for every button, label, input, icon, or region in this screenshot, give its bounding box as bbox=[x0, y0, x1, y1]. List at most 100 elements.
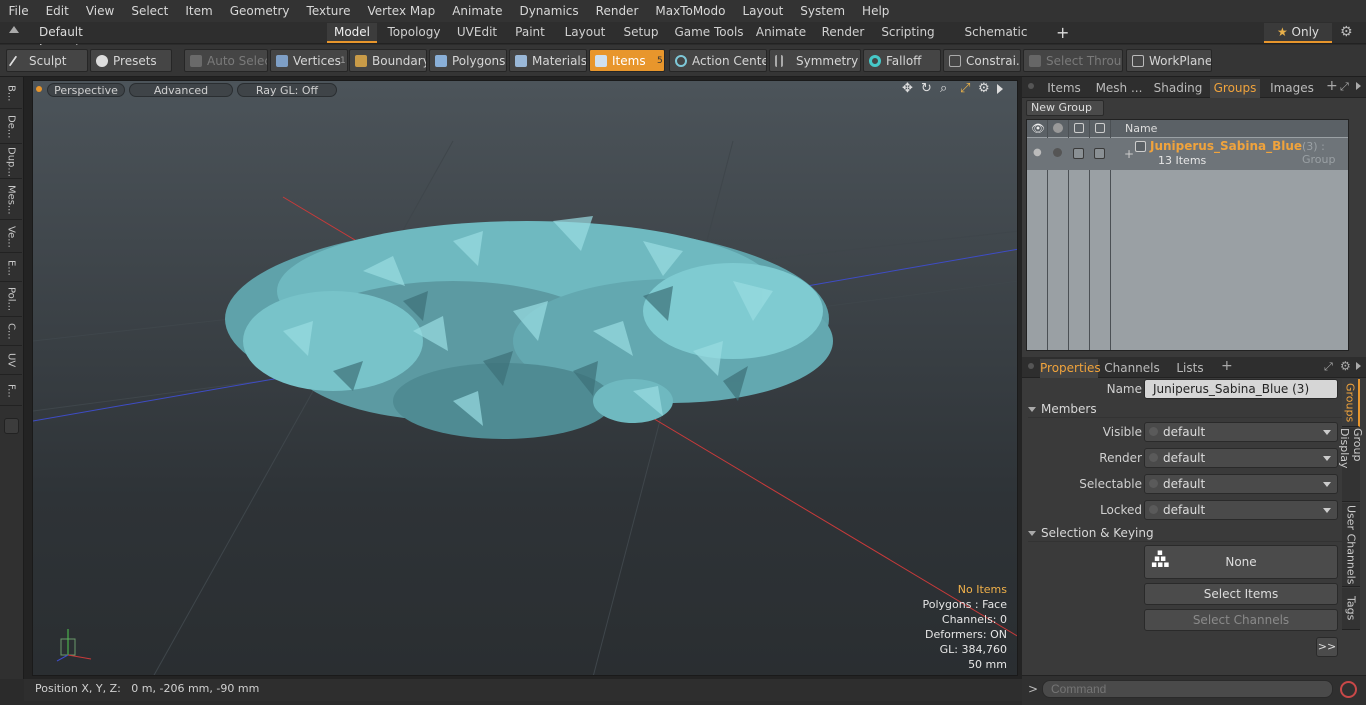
row-lock-checkbox[interactable] bbox=[1073, 148, 1084, 159]
visible-dropdown[interactable]: default bbox=[1144, 422, 1338, 442]
expand-panel-icon[interactable]: ⤢ bbox=[1324, 360, 1333, 374]
tab-channels[interactable]: Channels bbox=[1104, 359, 1160, 378]
items-button[interactable]: Items 5 bbox=[589, 49, 665, 72]
menu-view[interactable]: View bbox=[77, 0, 122, 22]
visibility-eye-icon[interactable]: 👁 bbox=[1031, 122, 1045, 135]
add-tab-icon[interactable]: + bbox=[1326, 78, 1338, 94]
vertices-button[interactable]: Vertices 1 bbox=[270, 49, 348, 72]
group-row[interactable]: ● + Juniperus_Sabina_Blue (3) : Group 13… bbox=[1027, 138, 1348, 170]
presets-button[interactable]: Presets bbox=[90, 49, 172, 72]
boundary-button[interactable]: Boundary bbox=[349, 49, 427, 72]
render-dropdown[interactable]: default bbox=[1144, 448, 1338, 468]
left-tab-extra-button[interactable] bbox=[4, 418, 19, 434]
side-tab-user-channels[interactable]: User Channels bbox=[1342, 503, 1360, 587]
tab-paint[interactable]: Paint bbox=[507, 23, 553, 43]
locked-dropdown[interactable]: default bbox=[1144, 500, 1338, 520]
tab-schematic-fusion[interactable]: Schematic Fusion bbox=[944, 23, 1048, 58]
menu-animate[interactable]: Animate bbox=[444, 0, 511, 22]
add-tab-icon[interactable]: + bbox=[1056, 23, 1069, 43]
tab-groups[interactable]: Groups bbox=[1210, 79, 1260, 98]
menu-system[interactable]: System bbox=[792, 0, 854, 22]
group-name[interactable]: Juniperus_Sabina_Blue bbox=[1150, 139, 1302, 153]
menu-select[interactable]: Select bbox=[123, 0, 177, 22]
left-tab-polygon[interactable]: Pol... bbox=[0, 283, 22, 317]
symmetry-button[interactable]: Symmetry bbox=[769, 49, 861, 72]
menu-geometry[interactable]: Geometry bbox=[221, 0, 298, 22]
properties-gear-icon[interactable]: ⚙ bbox=[1340, 359, 1351, 373]
panel-arrow-icon[interactable] bbox=[1356, 362, 1361, 370]
polygons-button[interactable]: Polygons bbox=[429, 49, 507, 72]
tab-setup[interactable]: Setup bbox=[617, 23, 665, 43]
select-channels-button[interactable]: Select Channels bbox=[1144, 609, 1338, 631]
select-through-button[interactable]: Select Through bbox=[1023, 49, 1123, 72]
left-tab-mesh-edit[interactable]: Mes... bbox=[0, 180, 22, 220]
menu-maxtomodo[interactable]: MaxToModo bbox=[647, 0, 734, 22]
menu-help[interactable]: Help bbox=[854, 0, 898, 22]
row-render-icon[interactable] bbox=[1053, 148, 1062, 157]
tab-items[interactable]: Items bbox=[1040, 79, 1088, 98]
only-toggle[interactable]: ★ Only bbox=[1264, 23, 1332, 43]
tab-model[interactable]: Model bbox=[327, 23, 377, 43]
side-tab-groups[interactable]: Groups bbox=[1342, 379, 1360, 427]
left-tab-vertex[interactable]: Ve... bbox=[0, 221, 22, 253]
row-select-checkbox[interactable] bbox=[1094, 148, 1105, 159]
left-tab-fusion[interactable]: F... bbox=[0, 376, 22, 406]
side-tab-group-display[interactable]: Group Display bbox=[1338, 428, 1364, 502]
tab-scripting[interactable]: Scripting bbox=[877, 23, 939, 43]
menu-vertex-map[interactable]: Vertex Map bbox=[359, 0, 444, 22]
menu-texture[interactable]: Texture bbox=[298, 0, 359, 22]
panel-menu-dot-icon[interactable] bbox=[1028, 363, 1034, 369]
row-eye-icon[interactable]: ● bbox=[1033, 147, 1042, 158]
gear-icon[interactable]: ⚙ bbox=[1340, 24, 1353, 40]
select-icon[interactable] bbox=[1095, 123, 1105, 133]
none-keying-button[interactable]: ▪ ▪▪ ▪▪▪ None bbox=[1144, 545, 1338, 579]
tab-layout[interactable]: Layout bbox=[558, 23, 612, 43]
render-icon[interactable] bbox=[1053, 123, 1063, 133]
menu-edit[interactable]: Edit bbox=[37, 0, 77, 22]
collapse-up-icon[interactable] bbox=[9, 26, 19, 33]
add-tab-icon[interactable]: + bbox=[1221, 358, 1233, 374]
panel-menu-dot-icon[interactable] bbox=[1028, 83, 1034, 89]
left-tab-uv[interactable]: UV bbox=[0, 347, 22, 375]
lock-icon[interactable] bbox=[1074, 123, 1084, 133]
tab-render[interactable]: Render bbox=[814, 23, 872, 43]
side-tab-tags[interactable]: Tags bbox=[1342, 588, 1360, 630]
left-tab-duplicate[interactable]: Dup... bbox=[0, 145, 22, 179]
3d-viewport[interactable]: Perspective Advanced Ray GL: Off ✥ ↻ ⌕ ⤢… bbox=[32, 80, 1018, 676]
materials-button[interactable]: Materials bbox=[509, 49, 587, 72]
tab-uvedit[interactable]: UVEdit bbox=[452, 23, 502, 43]
name-input[interactable]: Juniperus_Sabina_Blue (3) bbox=[1144, 379, 1338, 399]
workplane-button[interactable]: WorkPlane bbox=[1126, 49, 1212, 72]
constraints-button[interactable]: Constrai... bbox=[943, 49, 1021, 72]
tab-properties[interactable]: Properties bbox=[1040, 359, 1101, 378]
sculpt-button[interactable]: Sculpt bbox=[6, 49, 88, 72]
tab-images[interactable]: Images bbox=[1264, 79, 1320, 98]
menu-render[interactable]: Render bbox=[587, 0, 647, 22]
left-tab-deform[interactable]: De... bbox=[0, 110, 22, 144]
expand-panel-icon[interactable]: ⤢ bbox=[1340, 80, 1349, 94]
menu-layout[interactable]: Layout bbox=[734, 0, 792, 22]
menu-file[interactable]: File bbox=[0, 0, 37, 22]
select-items-button[interactable]: Select Items bbox=[1144, 583, 1338, 605]
members-section[interactable]: Members bbox=[1028, 402, 1344, 418]
new-group-button[interactable]: New Group bbox=[1026, 100, 1104, 116]
action-center-button[interactable]: Action Center bbox=[669, 49, 767, 72]
selectable-dropdown[interactable]: default bbox=[1144, 474, 1338, 494]
tab-lists[interactable]: Lists bbox=[1166, 359, 1214, 378]
menu-item[interactable]: Item bbox=[177, 0, 221, 22]
tab-mesh[interactable]: Mesh ... bbox=[1092, 79, 1146, 98]
panel-arrow-icon[interactable] bbox=[1356, 82, 1361, 90]
left-tab-curve[interactable]: C... bbox=[0, 318, 22, 346]
more-button[interactable]: >> bbox=[1316, 637, 1338, 657]
left-tab-edge[interactable]: E... bbox=[0, 254, 22, 282]
tab-topology[interactable]: Topology bbox=[381, 23, 447, 43]
tab-game-tools[interactable]: Game Tools bbox=[670, 23, 748, 43]
falloff-button[interactable]: Falloff bbox=[863, 49, 941, 72]
expand-plus-icon[interactable]: + bbox=[1124, 147, 1134, 161]
menu-dynamics[interactable]: Dynamics bbox=[511, 0, 587, 22]
selection-keying-section[interactable]: Selection & Keying bbox=[1028, 526, 1344, 542]
auto-select-button[interactable]: Auto Select bbox=[184, 49, 268, 72]
tab-shading[interactable]: Shading bbox=[1150, 79, 1206, 98]
layout-selector[interactable]: Default Layouts bbox=[33, 24, 133, 56]
left-tab-basic[interactable]: B... bbox=[0, 79, 22, 109]
